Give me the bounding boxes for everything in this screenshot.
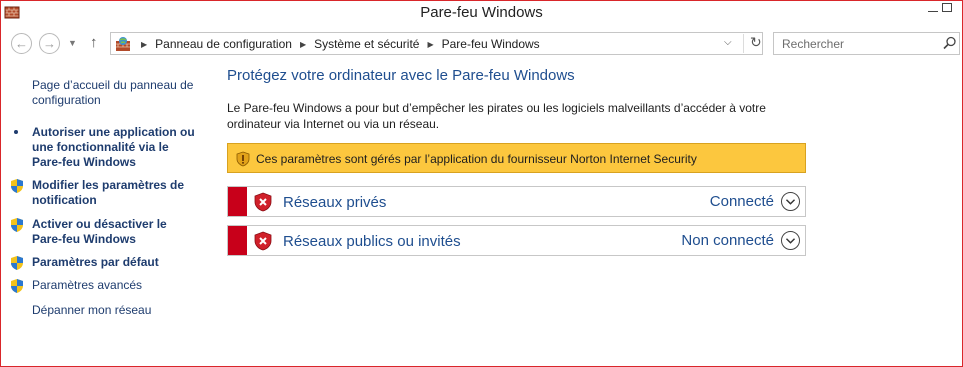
sidebar-item-advanced-settings[interactable]: Paramètres avancés [1, 278, 201, 296]
sidebar-item-troubleshoot-network[interactable]: Dépanner mon réseau [1, 303, 201, 321]
back-arrow-icon: ← [15, 36, 28, 51]
search-input[interactable]: Rechercher [782, 37, 844, 51]
sidebar-item-label: Paramètres avancés [32, 278, 143, 292]
navigation-bar: ← → ▼ ↑ ▶ Panneau de configuration ▶ Sys… [1, 31, 962, 57]
network-row-public[interactable]: Réseaux publics ou invités Non connecté [227, 225, 806, 256]
shield-icon [11, 256, 23, 270]
shield-error-icon [254, 231, 272, 251]
back-button[interactable]: ← [11, 33, 32, 54]
sidebar-item-label: Activer ou désactiver le Pare-feu Window… [32, 217, 167, 246]
window-controls [926, 1, 956, 17]
status-strip [228, 187, 247, 216]
firewall-location-icon [116, 37, 130, 51]
recent-locations-button[interactable]: ▼ [68, 38, 77, 48]
chevron-down-icon[interactable] [781, 231, 800, 250]
search-icon[interactable] [942, 35, 958, 51]
address-bar[interactable]: ▶ Panneau de configuration ▶ Système et … [110, 32, 763, 55]
network-label: Réseaux privés [283, 194, 387, 211]
warning-shield-icon [236, 151, 250, 167]
sidebar-item-notification-settings[interactable]: Modifier les paramètres de notification [1, 178, 201, 210]
shield-icon [11, 179, 23, 193]
search-box[interactable]: Rechercher [773, 32, 960, 55]
network-status: Connecté [709, 193, 774, 210]
sidebar-item-label: Paramètres par défaut [32, 255, 159, 269]
title-bar: Pare-feu Windows [1, 1, 962, 25]
warning-text: Ces paramètres sont gérés par l’applicat… [256, 152, 697, 166]
maximize-button[interactable] [942, 3, 952, 12]
sidebar-item-label: Dépanner mon réseau [32, 303, 152, 317]
sidebar-item-label: Page d’accueil du panneau de configurati… [32, 78, 194, 107]
network-label: Réseaux publics ou invités [283, 233, 461, 250]
breadcrumb-separator-icon[interactable]: ▶ [141, 40, 147, 49]
page-description: Le Pare-feu Windows a pour but d’empêche… [227, 101, 766, 131]
sidebar-item-label: Modifier les paramètres de notification [32, 178, 185, 207]
forward-button[interactable]: → [39, 33, 60, 54]
breadcrumb: ▶ Panneau de configuration ▶ Système et … [137, 37, 540, 51]
chevron-down-icon: ⌵ [724, 37, 732, 48]
network-status: Non connecté [681, 232, 774, 249]
breadcrumb-separator-icon[interactable]: ▶ [427, 40, 433, 49]
bullet-icon [14, 130, 18, 134]
status-strip [228, 226, 247, 255]
sidebar-item-allow-app[interactable]: Autoriser une application ou une fonctio… [1, 125, 201, 171]
breadcrumb-separator-icon[interactable]: ▶ [300, 40, 306, 49]
breadcrumb-firewall[interactable]: Pare-feu Windows [442, 37, 540, 51]
firewall-window: Pare-feu Windows ← → ▼ ↑ ▶ Panneau de co… [0, 0, 963, 367]
shield-icon [11, 218, 23, 232]
minimize-button[interactable] [928, 11, 938, 12]
refresh-icon: ↻ [750, 34, 762, 50]
sidebar-item-control-panel-home[interactable]: Page d’accueil du panneau de configurati… [1, 78, 201, 110]
managed-by-norton-warning: Ces paramètres sont gérés par l’applicat… [227, 143, 806, 173]
breadcrumb-control-panel[interactable]: Panneau de configuration [155, 37, 292, 51]
chevron-down-icon[interactable] [781, 192, 800, 211]
network-row-private[interactable]: Réseaux privés Connecté [227, 186, 806, 217]
shield-icon [11, 279, 23, 293]
forward-arrow-icon: → [43, 36, 56, 51]
shield-error-icon [254, 192, 272, 212]
refresh-button[interactable]: ↻ [743, 34, 762, 53]
address-dropdown-button[interactable]: ⌵ [724, 37, 732, 48]
up-button[interactable]: ↑ [90, 34, 98, 51]
chevron-down-icon: ▼ [68, 38, 77, 48]
page-title: Protégez votre ordinateur avec le Pare-f… [227, 67, 575, 84]
window-title: Pare-feu Windows [420, 4, 543, 21]
up-arrow-icon: ↑ [90, 34, 98, 51]
sidebar-item-label: Autoriser une application ou une fonctio… [32, 125, 195, 169]
breadcrumb-system-security[interactable]: Système et sécurité [314, 37, 419, 51]
sidebar-item-toggle-firewall[interactable]: Activer ou désactiver le Pare-feu Window… [1, 217, 201, 249]
sidebar-item-restore-defaults[interactable]: Paramètres par défaut [1, 255, 201, 273]
